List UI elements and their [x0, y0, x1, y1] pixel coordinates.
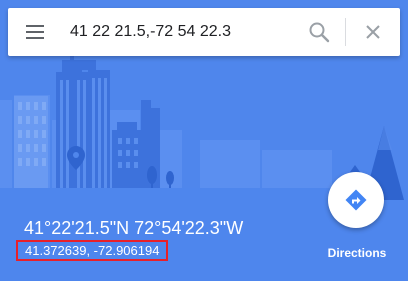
clear-search-button[interactable]: [360, 19, 386, 45]
hamburger-menu-icon: [26, 25, 44, 27]
place-title-dms-coordinates: 41°22'21.5"N 72°54'22.3"W: [24, 218, 244, 238]
directions-label[interactable]: Directions: [318, 246, 396, 260]
search-divider: [345, 18, 346, 46]
menu-button[interactable]: [24, 22, 46, 42]
hamburger-line: [26, 31, 44, 33]
search-button[interactable]: [306, 19, 332, 45]
decimal-coordinates[interactable]: 41.372639, -72.906194: [16, 240, 169, 261]
directions-button[interactable]: [328, 172, 384, 228]
magnifier-search-icon: [309, 22, 330, 43]
search-input[interactable]: [70, 19, 300, 45]
hamburger-line: [26, 37, 44, 39]
directions-arrow-icon: [345, 189, 367, 211]
search-bar: [8, 8, 400, 56]
close-x-icon: [366, 25, 380, 39]
